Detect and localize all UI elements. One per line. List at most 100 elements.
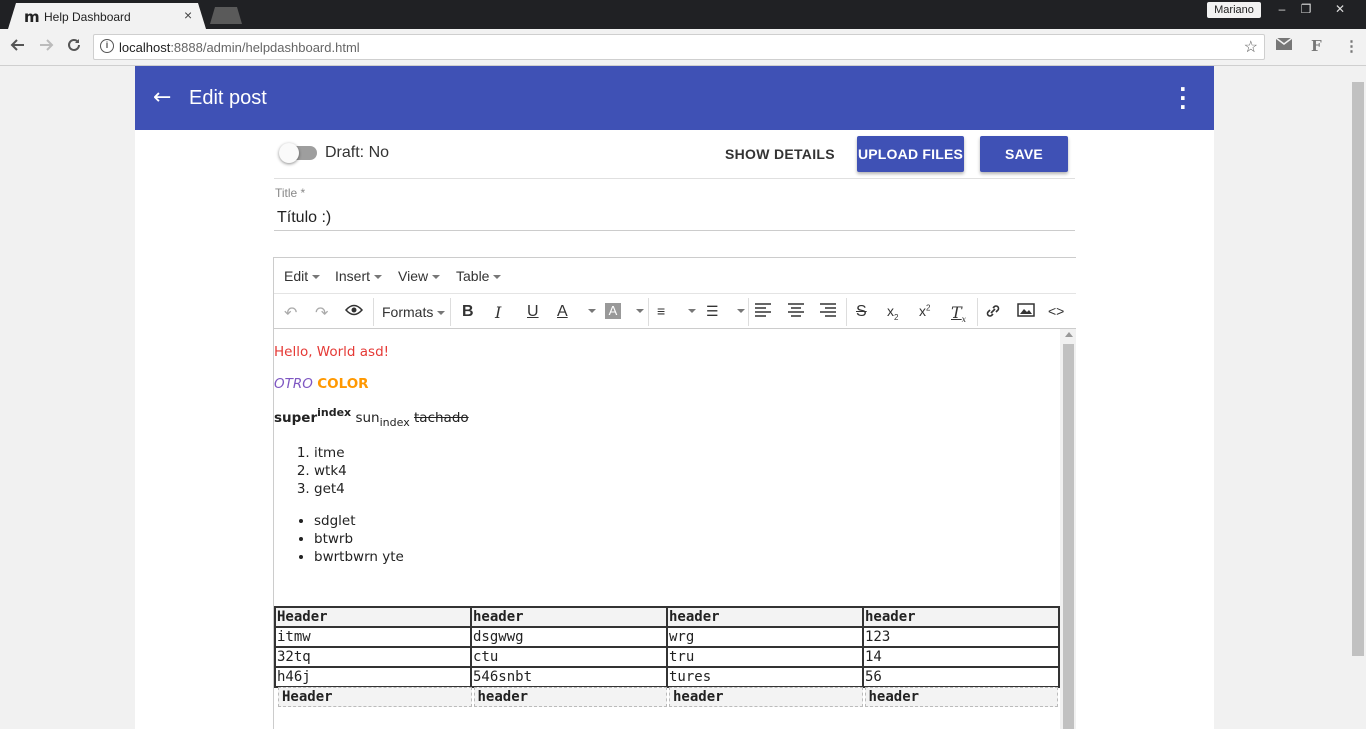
menu-table[interactable]: Table — [456, 268, 502, 284]
underline-icon[interactable]: U — [527, 303, 539, 321]
url-host: localhost — [119, 40, 171, 55]
table-header-cell: header — [862, 606, 1060, 628]
table-cell: 546snbt — [470, 666, 668, 688]
bullet-list-caret-icon[interactable] — [733, 302, 745, 320]
table-header-cell: header — [470, 606, 668, 628]
preview-eye-icon[interactable] — [344, 303, 364, 321]
strikethrough-text: tachado — [414, 410, 469, 426]
toolbar-separator — [450, 298, 451, 326]
tab-close-icon[interactable]: × — [184, 7, 192, 23]
table-header-cell: header — [473, 687, 667, 707]
text-color-icon[interactable]: A — [557, 303, 568, 321]
numbered-list-caret-icon[interactable] — [684, 302, 696, 320]
browser-menu-icon[interactable]: ⋮ — [1344, 37, 1359, 55]
close-window-icon[interactable]: ✕ — [1326, 0, 1354, 18]
super-text: super — [274, 410, 318, 426]
table-cell: ctu — [470, 646, 668, 668]
back-nav-icon[interactable] — [8, 37, 28, 58]
toolbar-separator — [648, 298, 649, 326]
table-cell: dsgwwg — [470, 626, 668, 648]
color-text: COLOR — [317, 376, 369, 392]
scrollbar-thumb[interactable] — [1063, 344, 1074, 729]
list-item: wtk4 — [314, 462, 347, 480]
forward-nav-icon[interactable] — [36, 37, 56, 58]
table-header-row: Header header header header — [278, 687, 1058, 707]
app-bar: ← Edit post · · · — [135, 66, 1214, 130]
page-title: Edit post — [189, 87, 267, 109]
draft-toggle[interactable] — [279, 143, 317, 163]
new-tab-button[interactable] — [210, 7, 242, 24]
content-table: Header header header header itmw dsgwwg … — [274, 606, 1060, 688]
source-code-icon[interactable]: <> — [1048, 303, 1064, 319]
list-item: sdglet — [314, 512, 404, 530]
formats-label: Formats — [382, 304, 434, 320]
bold-icon[interactable]: B — [462, 303, 474, 321]
restore-icon[interactable]: ❐ — [1292, 0, 1320, 18]
list-item: get4 — [314, 480, 347, 498]
table-row: h46j 546snbt tures 56 — [274, 666, 1060, 688]
title-input[interactable]: Título :) — [277, 209, 331, 227]
background-color-icon[interactable]: A — [605, 303, 621, 319]
page-scrollbar-thumb[interactable] — [1352, 82, 1364, 656]
formats-dropdown[interactable]: Formats — [382, 304, 446, 320]
image-icon[interactable] — [1017, 303, 1035, 322]
italic-icon[interactable]: I — [495, 303, 501, 322]
toolbar-separator — [846, 298, 847, 326]
undo-icon[interactable]: ↶ — [284, 303, 297, 323]
numbered-list-icon[interactable]: ≡ — [657, 303, 665, 319]
scroll-up-arrow-icon[interactable] — [1065, 332, 1073, 337]
menu-edit[interactable]: Edit — [284, 268, 321, 284]
strikethrough-icon[interactable]: S — [856, 303, 867, 321]
menu-insert[interactable]: Insert — [335, 268, 383, 284]
text-color-caret-icon[interactable] — [584, 302, 596, 320]
align-center-icon[interactable] — [787, 303, 805, 322]
tab-title: Help Dashboard — [44, 10, 131, 24]
page-scrollbar[interactable] — [1350, 66, 1366, 729]
subscript-text: index — [379, 416, 410, 429]
table-cell: itmw — [274, 626, 472, 648]
rich-text-editor: Edit Insert View Table ↶ ↷ Formats B I U… — [273, 257, 1076, 729]
editor-scrollbar[interactable] — [1060, 329, 1076, 729]
url-text: localhost:8888/admin/helpdashboard.html — [119, 40, 360, 55]
toolbar-separator — [373, 298, 374, 326]
upload-files-button[interactable]: UPLOAD FILES — [857, 136, 964, 172]
reload-icon[interactable] — [64, 37, 84, 58]
superscript-icon[interactable]: x2 — [919, 303, 930, 319]
bullet-list-icon[interactable]: ☰ — [706, 303, 719, 320]
redo-icon[interactable]: ↷ — [315, 303, 328, 323]
ordered-list: itme wtk4 get4 — [298, 444, 347, 498]
table-cell: wrg — [666, 626, 864, 648]
align-left-icon[interactable] — [754, 303, 772, 322]
subscript-icon[interactable]: x2 — [887, 303, 898, 322]
browser-tab[interactable]: m Help Dashboard × — [8, 3, 206, 29]
content-paragraph-color: OTRO COLOR — [274, 376, 369, 392]
clear-formatting-icon[interactable]: Tx — [951, 303, 966, 324]
show-details-button[interactable]: SHOW DETAILS — [725, 146, 835, 162]
menu-insert-label: Insert — [335, 268, 371, 284]
mail-extension-icon[interactable] — [1275, 37, 1293, 54]
more-vert-icon[interactable]: · · · — [1179, 79, 1187, 117]
menu-view-label: View — [398, 268, 429, 284]
table-cell: 123 — [862, 626, 1060, 648]
address-bar[interactable]: i localhost:8888/admin/helpdashboard.htm… — [93, 34, 1265, 60]
back-arrow-icon[interactable]: ← — [153, 85, 171, 110]
toolbar-separator — [748, 298, 749, 326]
editor-content[interactable]: Hello, World asd! OTRO COLOR superindex … — [274, 329, 1060, 729]
bookmark-star-icon[interactable]: ☆ — [1244, 37, 1258, 57]
sun-text: sun — [355, 410, 380, 426]
divider — [274, 178, 1075, 179]
content-paragraph-red: Hello, World asd! — [274, 344, 390, 360]
list-item: itme — [314, 444, 347, 462]
link-icon[interactable] — [984, 303, 1002, 324]
extension-f-icon[interactable]: F — [1311, 37, 1322, 55]
title-field-label: Title * — [275, 186, 306, 200]
otro-text: OTRO — [274, 376, 313, 392]
profile-button[interactable]: Mariano — [1207, 2, 1261, 18]
content-paragraph-scripts: superindex sunindex tachado — [274, 406, 469, 429]
table-cell: tru — [666, 646, 864, 668]
menu-view[interactable]: View — [398, 268, 441, 284]
bg-color-caret-icon[interactable] — [632, 302, 644, 320]
site-info-icon[interactable]: i — [100, 39, 114, 53]
align-right-icon[interactable] — [819, 303, 837, 322]
save-button[interactable]: SAVE — [980, 136, 1068, 172]
